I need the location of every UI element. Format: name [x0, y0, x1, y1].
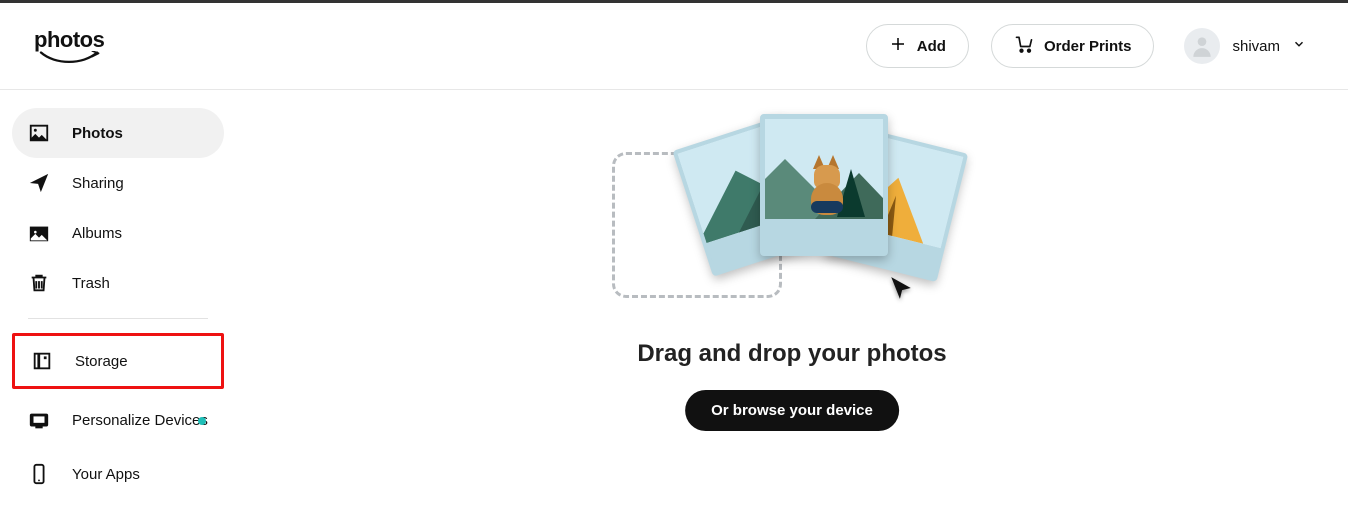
albums-icon	[28, 222, 50, 244]
notification-dot-icon	[198, 417, 206, 425]
add-button[interactable]: Add	[866, 24, 969, 68]
illustration-photo-center	[760, 114, 888, 256]
sidebar-separator	[28, 318, 208, 319]
phone-icon	[28, 463, 50, 485]
sidebar-item-label: Albums	[72, 225, 122, 242]
browse-device-button[interactable]: Or browse your device	[685, 390, 899, 431]
upload-illustration	[612, 108, 912, 318]
photo-icon	[28, 122, 50, 144]
sidebar-item-personalize-devices[interactable]: Personalize Devices	[12, 393, 224, 449]
account-name: shivam	[1232, 38, 1280, 55]
sidebar-item-label: Photos	[72, 125, 123, 142]
sidebar: Photos Sharing Albums Trash	[0, 90, 236, 518]
send-icon	[28, 172, 50, 194]
devices-icon	[28, 410, 50, 432]
storage-highlight-box: Storage	[12, 333, 224, 389]
smile-icon	[37, 51, 101, 65]
plus-icon	[889, 35, 907, 57]
app-logo[interactable]: photos	[34, 27, 104, 65]
app-header: photos Add Order Prints	[0, 3, 1348, 90]
header-actions: Add Order Prints shivam	[866, 24, 1314, 68]
sidebar-item-your-apps[interactable]: Your Apps	[12, 449, 224, 499]
sidebar-item-trash[interactable]: Trash	[12, 258, 224, 308]
storage-icon	[31, 350, 53, 372]
order-prints-button[interactable]: Order Prints	[991, 24, 1155, 68]
sidebar-item-label: Trash	[72, 275, 110, 292]
avatar	[1184, 28, 1220, 64]
sidebar-item-label: Sharing	[72, 175, 124, 192]
trash-icon	[28, 272, 50, 294]
sidebar-item-albums[interactable]: Albums	[12, 208, 224, 258]
sidebar-item-label: Personalize Devices	[72, 412, 208, 430]
chevron-down-icon	[1292, 37, 1306, 56]
cursor-icon	[888, 275, 914, 306]
sidebar-item-sharing[interactable]: Sharing	[12, 158, 224, 208]
order-prints-label: Order Prints	[1044, 38, 1132, 55]
main-area: Photos Sharing Albums Trash	[0, 90, 1348, 518]
content-area: Drag and drop your photos Or browse your…	[236, 90, 1348, 518]
add-button-label: Add	[917, 38, 946, 55]
upload-headline: Drag and drop your photos	[236, 340, 1348, 368]
sidebar-item-storage[interactable]: Storage	[15, 336, 219, 386]
cart-icon	[1014, 34, 1034, 58]
sidebar-item-label: Your Apps	[72, 466, 140, 483]
sidebar-item-label: Storage	[75, 353, 128, 370]
sidebar-item-photos[interactable]: Photos	[12, 108, 224, 158]
account-menu[interactable]: shivam	[1176, 24, 1314, 68]
logo-text: photos	[34, 27, 104, 53]
